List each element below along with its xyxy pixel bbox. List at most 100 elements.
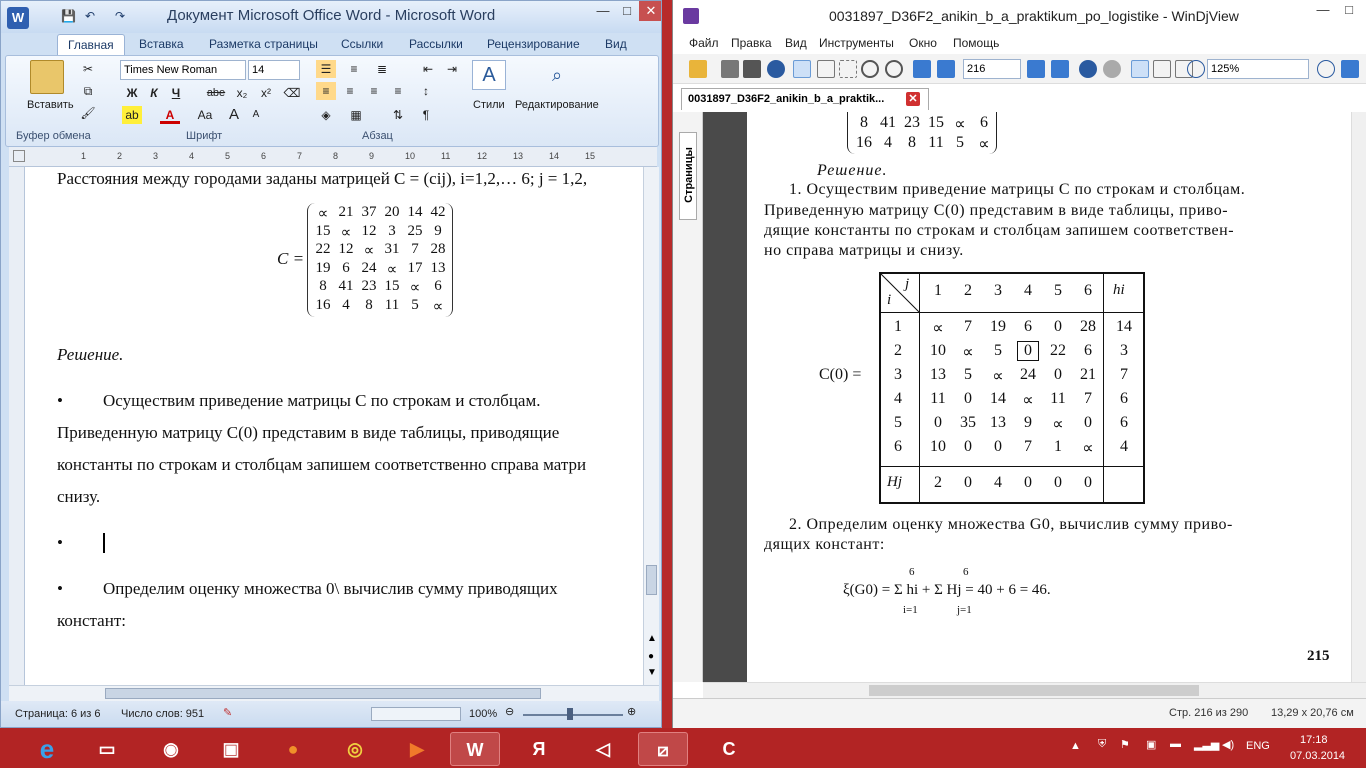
scroll-thumb[interactable] bbox=[869, 685, 1199, 696]
italic-button[interactable]: К bbox=[144, 84, 164, 102]
word-close-button[interactable]: ✕ bbox=[639, 1, 661, 21]
tab-home[interactable]: Главная bbox=[57, 34, 125, 55]
djvu-page[interactable]: 8 41 23 15 ∝ 6 16 4 8 11 5 ∝ Решение. 1. Осуществим… bbox=[747, 112, 1351, 682]
strikethrough-button[interactable]: abe bbox=[202, 84, 230, 102]
word-taskbar-icon[interactable]: W bbox=[450, 732, 500, 766]
justify-icon[interactable]: ≡ bbox=[388, 82, 408, 100]
chrome-icon[interactable]: ◎ bbox=[330, 732, 380, 766]
rotate-icon[interactable] bbox=[1341, 60, 1359, 78]
word-count[interactable]: Число слов: 951 bbox=[121, 708, 204, 720]
windjview-taskbar-icon[interactable]: ⧄ bbox=[638, 732, 688, 766]
show-hidden-icon[interactable]: ▲ bbox=[1070, 740, 1081, 752]
menu-view[interactable]: Вид bbox=[785, 36, 807, 50]
clear-format-icon[interactable]: ⌫ bbox=[282, 84, 302, 102]
close-tab-icon[interactable]: ✕ bbox=[906, 92, 920, 106]
increase-indent-icon[interactable]: ⇥ bbox=[442, 60, 462, 78]
next-page-icon[interactable]: ▼ bbox=[647, 667, 657, 678]
tab-selector-icon[interactable] bbox=[13, 150, 25, 162]
app-c-icon[interactable]: C bbox=[704, 732, 754, 766]
usb-icon[interactable]: ▬ bbox=[1170, 738, 1181, 750]
word-maximize-button[interactable]: □ bbox=[615, 1, 639, 21]
document-tab[interactable]: 0031897_D36F2_anikin_b_a_praktik... ✕ bbox=[681, 88, 929, 110]
subscript-button[interactable]: x₂ bbox=[232, 84, 252, 102]
file-explorer-icon[interactable]: ▭ bbox=[82, 732, 132, 766]
copy-icon[interactable]: ⧉ bbox=[78, 82, 98, 100]
next-page-icon[interactable] bbox=[1027, 60, 1045, 78]
numbering-icon[interactable]: ≡ bbox=[344, 60, 364, 78]
sort-icon[interactable]: ⇅ bbox=[388, 106, 408, 124]
show-marks-icon[interactable]: ¶ bbox=[416, 106, 436, 124]
scroll-thumb[interactable] bbox=[646, 565, 657, 595]
line-spacing-icon[interactable]: ↕ bbox=[416, 82, 436, 100]
decrease-indent-icon[interactable]: ⇤ bbox=[418, 60, 438, 78]
styles-button[interactable]: Стили bbox=[472, 98, 506, 112]
change-case-button[interactable]: Aa bbox=[192, 106, 218, 124]
language-indicator[interactable]: ENG bbox=[1246, 740, 1270, 752]
word-vertical-scrollbar[interactable]: ▲ ● ▼ bbox=[643, 167, 659, 685]
word-horizontal-scrollbar[interactable] bbox=[9, 685, 659, 701]
align-left-icon[interactable]: ≡ bbox=[316, 82, 336, 100]
pages-panel-tab[interactable]: Страницы bbox=[679, 132, 697, 220]
single-page-icon[interactable] bbox=[1131, 60, 1149, 78]
djvu-horizontal-scrollbar[interactable] bbox=[703, 682, 1366, 698]
last-page-icon[interactable] bbox=[1051, 60, 1069, 78]
tab-review[interactable]: Рецензирование bbox=[487, 37, 580, 51]
word-app-icon[interactable]: W bbox=[7, 7, 29, 29]
zoom-input[interactable]: 125% bbox=[1207, 59, 1309, 79]
clock-time[interactable]: 17:18 bbox=[1300, 734, 1328, 746]
zoom-in-icon[interactable]: ⊕ bbox=[627, 705, 636, 718]
network-icon[interactable]: ▂▃▅ bbox=[1194, 738, 1219, 751]
page-number-input[interactable]: 216 bbox=[963, 59, 1021, 79]
tab-view[interactable]: Вид bbox=[605, 37, 627, 51]
prev-page-icon[interactable]: ▲ bbox=[647, 633, 657, 644]
windjview-app-icon[interactable] bbox=[683, 8, 699, 24]
tab-page-layout[interactable]: Разметка страницы bbox=[209, 37, 318, 51]
volume-icon[interactable]: ◀) bbox=[1222, 738, 1234, 751]
word-minimize-button[interactable]: — bbox=[591, 1, 615, 21]
menu-tools[interactable]: Инструменты bbox=[819, 36, 894, 50]
cut-icon[interactable]: ✂ bbox=[78, 60, 98, 78]
picasa-icon[interactable]: ◉ bbox=[146, 732, 196, 766]
djvu-vertical-scrollbar[interactable] bbox=[1351, 112, 1366, 682]
clock-date[interactable]: 07.03.2014 bbox=[1290, 750, 1345, 762]
info-icon[interactable] bbox=[767, 60, 785, 78]
continuous-icon[interactable] bbox=[1153, 60, 1171, 78]
font-color-icon[interactable]: A bbox=[160, 106, 180, 124]
open-icon[interactable] bbox=[689, 60, 707, 78]
shrink-font-button[interactable]: A bbox=[246, 106, 266, 124]
menu-file[interactable]: Файл bbox=[689, 36, 719, 50]
zoom-out-icon[interactable]: ⊖ bbox=[505, 705, 514, 718]
zoom-out-icon[interactable] bbox=[1187, 60, 1205, 78]
find-icon[interactable] bbox=[743, 60, 761, 78]
highlight-icon[interactable]: ab bbox=[122, 106, 142, 124]
view-buttons[interactable] bbox=[371, 707, 461, 721]
tab-mailings[interactable]: Рассылки bbox=[409, 37, 463, 51]
tray-app-icon[interactable]: ▣ bbox=[1146, 738, 1156, 751]
scroll-thumb[interactable] bbox=[105, 688, 541, 699]
undo-icon[interactable]: ↶ bbox=[85, 9, 95, 23]
zoom-icon[interactable] bbox=[861, 60, 879, 78]
save-icon[interactable]: 💾 bbox=[61, 9, 76, 23]
tab-insert[interactable]: Вставка bbox=[139, 37, 184, 51]
select-icon[interactable] bbox=[817, 60, 835, 78]
media-player-icon[interactable]: ▶ bbox=[392, 732, 442, 766]
firefox-icon[interactable]: ● bbox=[268, 732, 318, 766]
hand-tool-icon[interactable] bbox=[793, 60, 811, 78]
redo-icon[interactable]: ↷ bbox=[115, 9, 125, 23]
zoom-in-icon[interactable] bbox=[1317, 60, 1335, 78]
zoom-level[interactable]: 100% bbox=[469, 708, 497, 720]
first-page-icon[interactable] bbox=[913, 60, 931, 78]
editing-button[interactable]: Редактирование bbox=[514, 98, 600, 112]
bullets-icon[interactable]: ☰ bbox=[316, 60, 336, 78]
multilevel-list-icon[interactable]: ≣ bbox=[372, 60, 392, 78]
page-count[interactable]: Страница: 6 из 6 bbox=[15, 708, 101, 720]
print-icon[interactable] bbox=[721, 60, 739, 78]
internet-explorer-icon[interactable]: e bbox=[22, 732, 72, 766]
styles-icon[interactable]: A bbox=[472, 60, 506, 90]
binoculars-icon[interactable]: ⌕ bbox=[542, 60, 572, 90]
paste-icon[interactable] bbox=[30, 60, 64, 94]
zoom-slider[interactable] bbox=[523, 714, 623, 716]
menu-help[interactable]: Помощь bbox=[953, 36, 999, 50]
underline-button[interactable]: Ч bbox=[166, 84, 186, 102]
magnify-icon[interactable] bbox=[885, 60, 903, 78]
